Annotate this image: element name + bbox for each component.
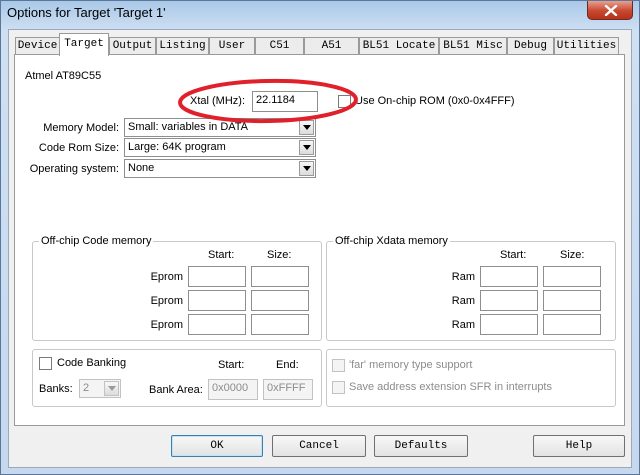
eprom-start-2[interactable] (188, 290, 246, 311)
help-button[interactable]: Help (533, 435, 625, 457)
far-memory-label: 'far' memory type support (349, 359, 473, 371)
bank-area-label: Bank Area: (149, 384, 203, 396)
operating-system-select[interactable]: None (124, 159, 316, 178)
tab-a51[interactable]: A51 (304, 37, 359, 55)
bank-area-end-input[interactable]: 0xFFFF (263, 379, 313, 400)
device-name: Atmel AT89C55 (25, 70, 102, 82)
tab-debug[interactable]: Debug (507, 37, 554, 55)
eprom-size-1[interactable] (251, 266, 309, 287)
eprom-size-3[interactable] (251, 314, 309, 335)
title-bar[interactable]: Options for Target 'Target 1' (1, 1, 639, 27)
offchip-code-group: Off-chip Code memory Start: Size: Eprom … (32, 235, 322, 341)
operating-system-label: Operating system: (29, 163, 119, 175)
tab-user[interactable]: User (209, 37, 255, 55)
offchip-code-title: Off-chip Code memory (39, 235, 154, 247)
banks-value: 2 (83, 382, 90, 394)
code-rom-size-select[interactable]: Large: 64K program (124, 138, 316, 157)
tab-listing[interactable]: Listing (156, 37, 209, 55)
target-panel: Atmel AT89C55 Xtal (MHz): 22.1184 Use On… (14, 54, 625, 426)
offchip-code-size-header: Size: (267, 249, 292, 261)
offchip-xdata-group: Off-chip Xdata memory Start: Size: Ram R… (326, 235, 616, 341)
eprom-label-1: Eprom (150, 271, 183, 283)
code-banking-label: Code Banking (57, 357, 127, 369)
bank-start-header: Start: (218, 359, 245, 371)
eprom-start-1[interactable] (188, 266, 246, 287)
eprom-label-2: Eprom (150, 295, 183, 307)
eprom-label-3: Eprom (150, 319, 183, 331)
ram-size-2[interactable] (543, 290, 601, 311)
chevron-down-icon (303, 166, 311, 171)
tab-c51[interactable]: C51 (255, 37, 304, 55)
close-button[interactable] (587, 1, 633, 20)
offchip-code-start-header: Start: (208, 249, 235, 261)
code-rom-size-value: Large: 64K program (128, 141, 226, 153)
code-banking-group: Code Banking Start: End: Banks: 2 Bank A… (32, 349, 322, 407)
ram-start-1[interactable] (480, 266, 538, 287)
ram-start-2[interactable] (480, 290, 538, 311)
operating-system-value: None (128, 162, 155, 174)
options-dialog: Options for Target 'Target 1' Device Tar… (0, 0, 640, 475)
memory-model-label: Memory Model: (43, 122, 119, 134)
save-sfr-label: Save address extension SFR in interrupts (349, 381, 552, 393)
tab-output[interactable]: Output (109, 37, 156, 55)
code-rom-size-label: Code Rom Size: (38, 142, 119, 154)
ram-label-1: Ram (451, 271, 475, 283)
onchip-rom-label: Use On-chip ROM (0x0-0x4FFF) (355, 95, 515, 107)
banks-dropdown-button[interactable] (104, 381, 119, 396)
tab-device[interactable]: Device (15, 37, 60, 55)
eprom-size-2[interactable] (251, 290, 309, 311)
tab-utilities[interactable]: Utilities (554, 37, 619, 55)
offchip-xdata-start-header: Start: (500, 249, 527, 261)
code-rom-size-dropdown-button[interactable] (299, 140, 314, 155)
ram-label-3: Ram (451, 319, 475, 331)
ram-size-1[interactable] (543, 266, 601, 287)
window-title: Options for Target 'Target 1' (7, 5, 166, 20)
memory-options-group: 'far' memory type support Save address e… (326, 349, 616, 407)
highlight-ellipse (178, 78, 358, 124)
tab-bl51-locate[interactable]: BL51 Locate (359, 37, 439, 55)
tab-bl51-misc[interactable]: BL51 Misc (439, 37, 507, 55)
ram-label-2: Ram (451, 295, 475, 307)
banks-label: Banks: (39, 383, 73, 395)
close-icon (604, 5, 618, 16)
chevron-down-icon (303, 145, 311, 150)
banks-select[interactable]: 2 (79, 379, 121, 398)
far-memory-checkbox[interactable] (332, 359, 345, 372)
dialog-client: Device Target Output Listing User C51 A5… (8, 29, 632, 468)
ok-button[interactable]: OK (171, 435, 263, 457)
ram-start-3[interactable] (480, 314, 538, 335)
offchip-xdata-title: Off-chip Xdata memory (333, 235, 450, 247)
ram-size-3[interactable] (543, 314, 601, 335)
eprom-start-3[interactable] (188, 314, 246, 335)
offchip-xdata-size-header: Size: (560, 249, 585, 261)
bank-area-start-input[interactable]: 0x0000 (208, 379, 258, 400)
chevron-down-icon (108, 386, 116, 391)
defaults-button[interactable]: Defaults (374, 435, 468, 457)
cancel-button[interactable]: Cancel (272, 435, 366, 457)
save-sfr-checkbox[interactable] (332, 381, 345, 394)
operating-system-dropdown-button[interactable] (299, 161, 314, 176)
bank-end-header: End: (276, 359, 299, 371)
tab-target[interactable]: Target (59, 33, 109, 56)
code-banking-checkbox[interactable] (39, 357, 52, 370)
